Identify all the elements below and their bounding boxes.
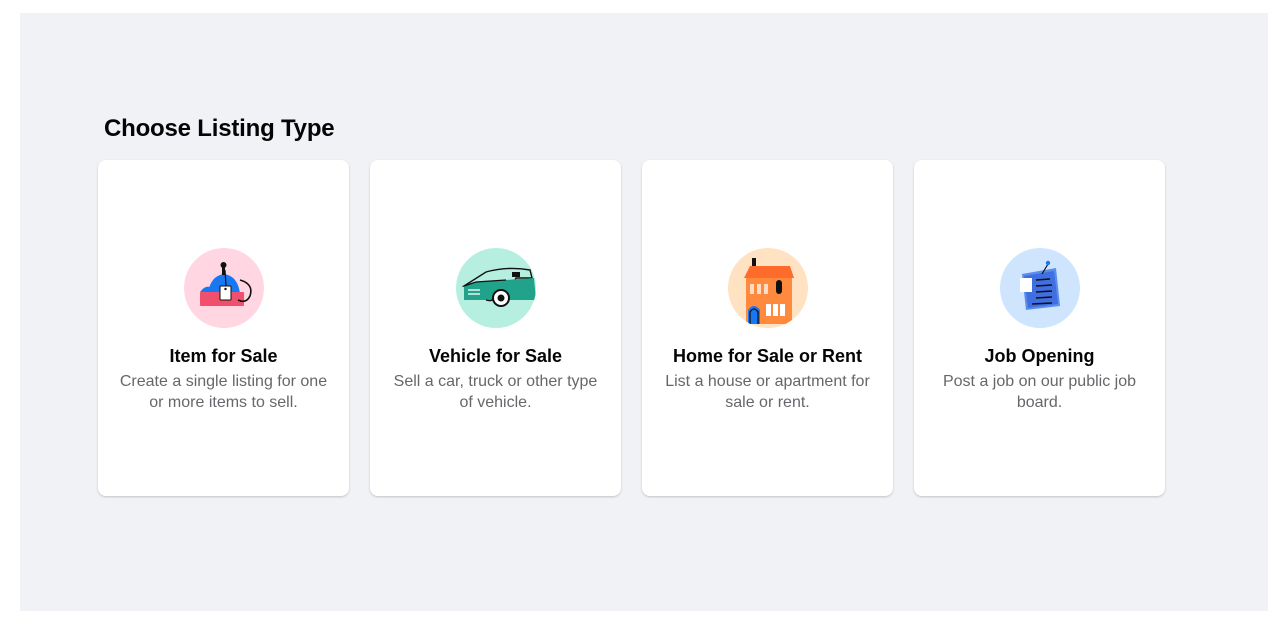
page-title: Choose Listing Type	[104, 115, 335, 142]
card-job-opening[interactable]: Job Opening Post a job on our public job…	[914, 160, 1165, 496]
card-description: Sell a car, truck or other type of vehic…	[393, 373, 598, 411]
card-title: Vehicle for Sale	[428, 346, 563, 366]
card-item-for-sale[interactable]: Item for Sale Create a single listing fo…	[98, 160, 349, 496]
listing-type-cards: Item for Sale Create a single listing fo…	[98, 160, 1165, 496]
card-title: Item for Sale	[169, 346, 278, 366]
house-icon	[727, 248, 808, 328]
card-description: Create a single listing for one or more …	[119, 373, 328, 411]
vehicle-icon	[455, 248, 536, 328]
card-description: Post a job on our public job board.	[942, 373, 1136, 411]
card-description: List a house or apartment for sale or re…	[665, 373, 870, 411]
card-title: Home for Sale or Rent	[672, 346, 863, 366]
card-title: Job Opening	[984, 346, 1095, 366]
item-for-sale-icon	[183, 248, 264, 328]
listing-type-page: Choose Listing Type Item for Sale Create…	[20, 13, 1268, 611]
job-board-icon	[999, 248, 1080, 328]
card-vehicle-for-sale[interactable]: Vehicle for Sale Sell a car, truck or ot…	[370, 160, 621, 496]
card-home-for-sale-or-rent[interactable]: Home for Sale or Rent List a house or ap…	[642, 160, 893, 496]
